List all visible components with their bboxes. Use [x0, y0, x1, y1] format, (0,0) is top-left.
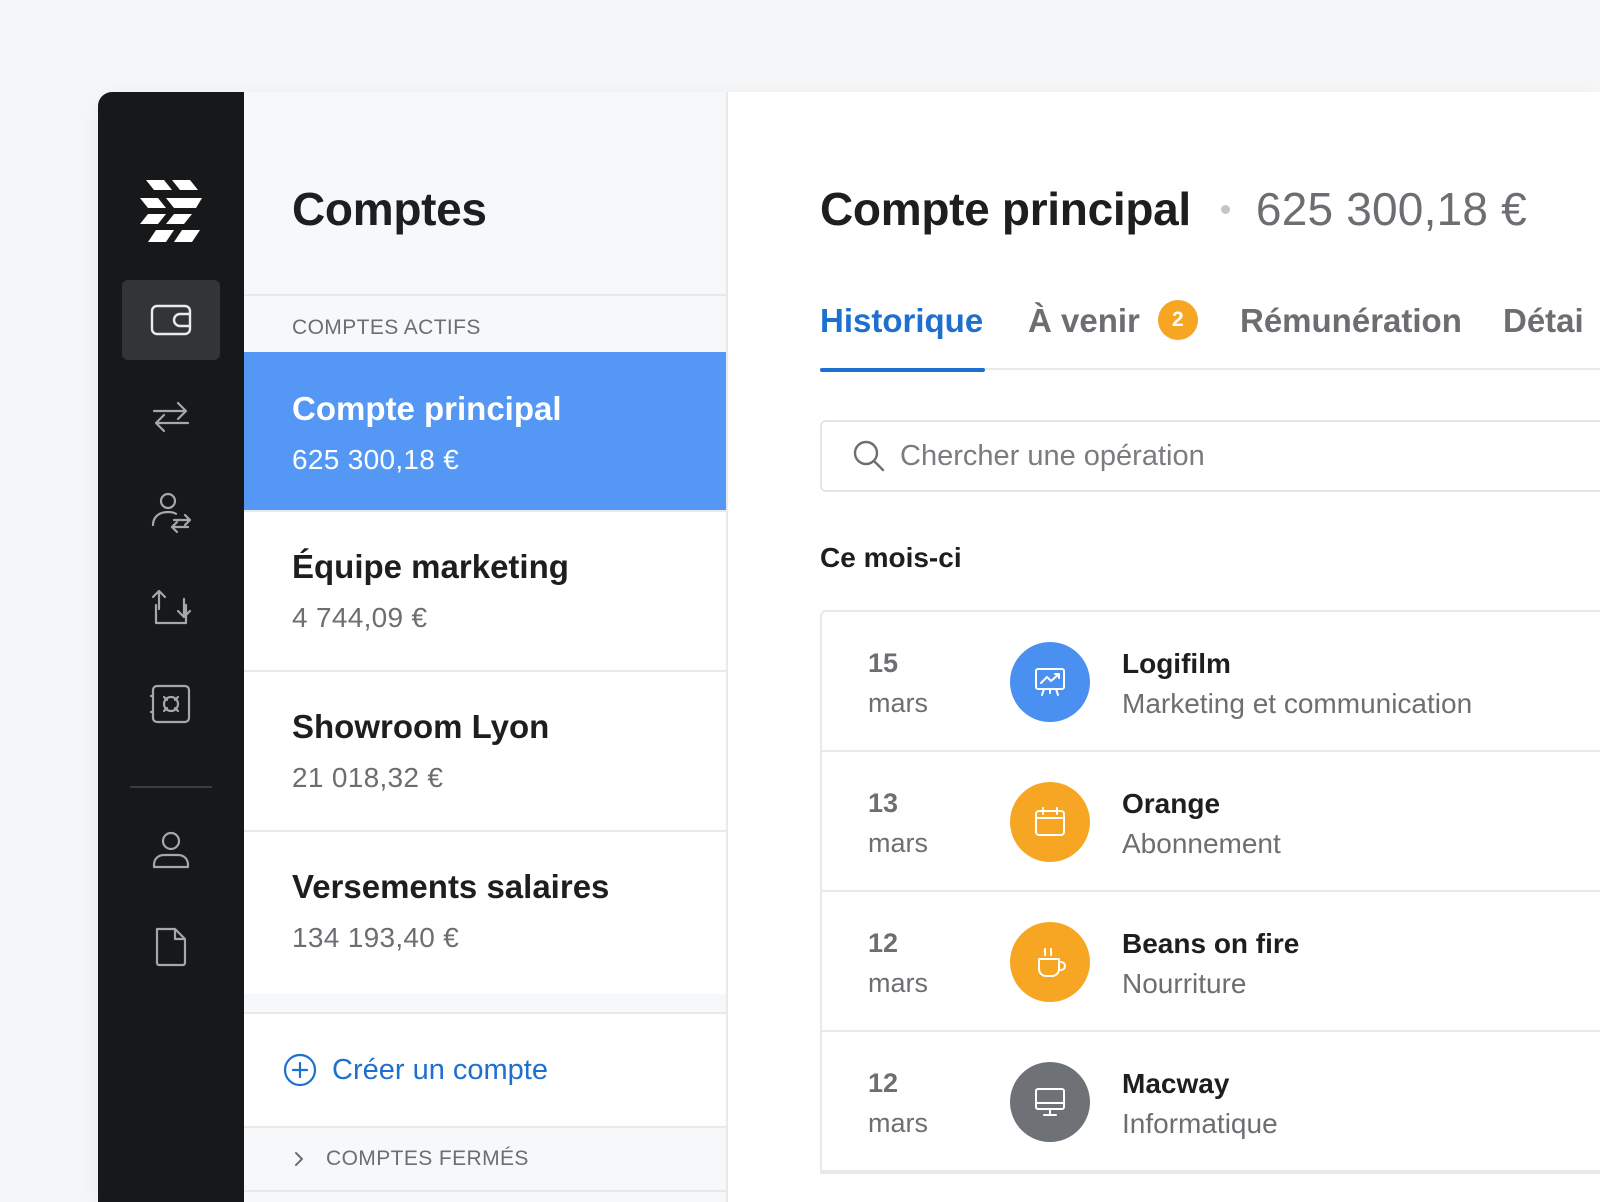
- operation-row[interactable]: 15 mars Logifilm Marketing et communicat…: [822, 612, 1600, 752]
- account-name: Versements salaires: [292, 868, 610, 905]
- brand-logo[interactable]: [138, 178, 204, 244]
- period-heading: Ce mois-ci: [820, 542, 962, 573]
- operation-day: 12: [868, 1068, 899, 1098]
- category-badge: [1010, 642, 1090, 722]
- nav-profile[interactable]: [122, 810, 220, 890]
- chevron-right-icon: [295, 1152, 303, 1166]
- category-badge: [1010, 1062, 1090, 1142]
- search-icon: [853, 440, 885, 472]
- rail-divider: [130, 786, 212, 788]
- operation-category: Nourriture: [1122, 968, 1247, 999]
- account-detail: Compte principal 625 300,18 € Historique…: [728, 92, 1600, 1202]
- nav-safe[interactable]: [122, 664, 220, 744]
- account-item-versements-salaires[interactable]: Versements salaires 134 193,40 €: [244, 830, 726, 994]
- active-accounts-header: COMPTES ACTIFS: [244, 294, 726, 360]
- closed-accounts-label: COMPTES FERMÉS: [326, 1147, 529, 1170]
- computer-monitor-icon: [1035, 1088, 1065, 1116]
- tab-label: Historique: [820, 302, 984, 339]
- separator-dot: [1220, 204, 1230, 214]
- operation-merchant: Macway: [1122, 1068, 1230, 1099]
- nav-documents[interactable]: [122, 906, 220, 986]
- account-amount: 21 018,32 €: [292, 762, 444, 793]
- operation-month: mars: [868, 828, 928, 858]
- operation-category: Marketing et communication: [1122, 688, 1473, 719]
- beneficiary-transfer-icon: [151, 492, 192, 534]
- safe-icon: [149, 684, 191, 724]
- tab-details[interactable]: Détai: [1503, 302, 1584, 370]
- account-header: Compte principal 625 300,18 €: [820, 182, 1527, 236]
- page-title: Compte principal: [820, 183, 1191, 235]
- operation-day: 12: [868, 928, 899, 958]
- presentation-chart-icon: [1035, 668, 1065, 696]
- category-badge: [1010, 782, 1090, 862]
- create-account-label: Créer un compte: [332, 1053, 548, 1086]
- accounts-panel: Comptes COMPTES ACTIFS Compte principal …: [244, 92, 728, 1202]
- operation-row[interactable]: 12 mars Beans on fire Nourriture: [822, 892, 1600, 1032]
- operation-month: mars: [868, 1108, 928, 1138]
- operation-category: Informatique: [1122, 1108, 1278, 1139]
- operation-row[interactable]: 13 mars Orange Abonnement: [822, 752, 1600, 892]
- transfer-arrows-icon: [152, 401, 190, 433]
- operation-merchant: Logifilm: [1122, 648, 1231, 679]
- operation-merchant: Orange: [1122, 788, 1221, 819]
- tab-label: Rémunération: [1240, 302, 1462, 339]
- account-name: Showroom Lyon: [292, 708, 550, 745]
- closed-accounts-toggle[interactable]: COMPTES FERMÉS: [244, 1126, 726, 1192]
- operation-month: mars: [868, 968, 928, 998]
- account-item-showroom-lyon[interactable]: Showroom Lyon 21 018,32 €: [244, 670, 726, 834]
- tab-remuneration[interactable]: Rémunération: [1240, 302, 1462, 370]
- coffee-cup-icon: [1038, 948, 1066, 977]
- accounts-title: Comptes: [292, 183, 487, 235]
- category-badge: [1010, 922, 1090, 1002]
- account-item-compte-principal[interactable]: Compte principal 625 300,18 €: [244, 352, 726, 516]
- operations-list: 15 mars Logifilm Marketing et communicat…: [820, 610, 1600, 1174]
- account-amount: 625 300,18 €: [292, 444, 460, 475]
- icon-rail: [98, 92, 244, 1202]
- operation-month: mars: [868, 688, 928, 718]
- tab-bar: Historique À venir 2 Rémunération Détai: [820, 288, 1600, 372]
- search-input[interactable]: [900, 439, 1500, 473]
- operation-day: 15: [868, 648, 899, 678]
- tab-historique[interactable]: Historique: [820, 302, 986, 372]
- account-balance: 625 300,18 €: [1255, 183, 1527, 235]
- user-icon: [152, 831, 190, 869]
- operation-merchant: Beans on fire: [1122, 928, 1300, 959]
- nav-recurring[interactable]: [122, 568, 220, 648]
- tab-label: À venir: [1028, 302, 1140, 339]
- create-account-button[interactable]: Créer un compte: [244, 1012, 726, 1126]
- operation-category: Abonnement: [1122, 828, 1281, 859]
- account-amount: 4 744,09 €: [292, 602, 428, 633]
- nav-beneficiaries[interactable]: [122, 472, 220, 552]
- calendar-icon: [1035, 807, 1065, 836]
- wallet-icon: [150, 304, 192, 336]
- account-name: Compte principal: [292, 390, 562, 427]
- account-name: Équipe marketing: [292, 548, 569, 585]
- nav-accounts[interactable]: [122, 280, 220, 360]
- nav-transfers[interactable]: [122, 376, 220, 456]
- search-box: [820, 420, 1600, 492]
- operation-row[interactable]: 12 mars Macway Informatique: [822, 1032, 1600, 1172]
- tab-label: Détai: [1503, 302, 1584, 339]
- account-item-equipe-marketing[interactable]: Équipe marketing 4 744,09 €: [244, 510, 726, 674]
- recurring-transfer-icon: [151, 589, 192, 625]
- operation-day: 13: [868, 788, 899, 818]
- tab-a-venir[interactable]: À venir 2: [1028, 300, 1198, 370]
- plus-circle-icon: [283, 1053, 317, 1087]
- count-badge: 2: [1157, 300, 1198, 340]
- account-amount: 134 193,40 €: [292, 922, 460, 953]
- document-icon: [155, 927, 187, 967]
- app-window: Comptes COMPTES ACTIFS Compte principal …: [98, 92, 1600, 1202]
